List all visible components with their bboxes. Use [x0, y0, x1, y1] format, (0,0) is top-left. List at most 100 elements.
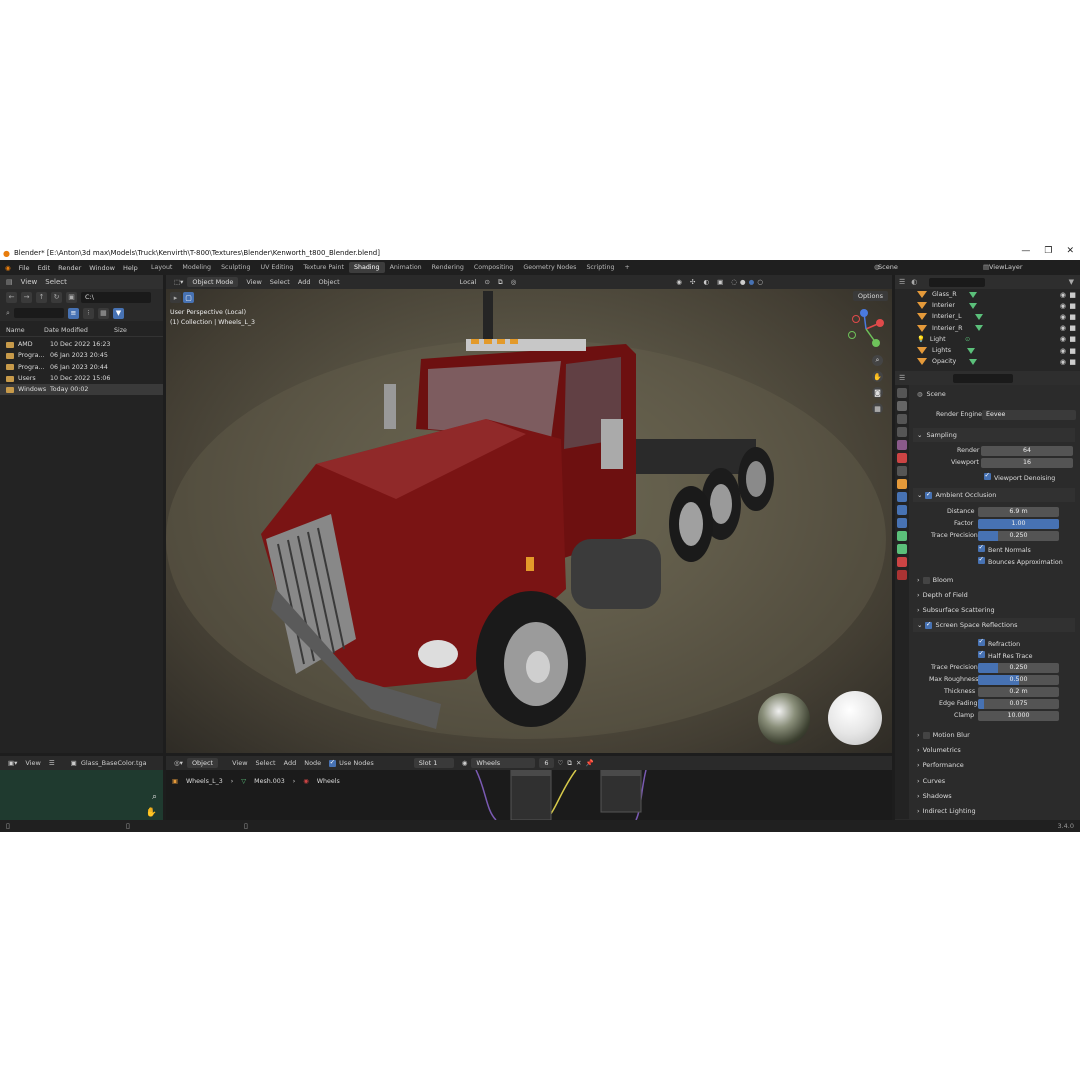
vp-menu-view[interactable]: View — [246, 278, 261, 286]
physics-tab-icon[interactable] — [897, 518, 907, 528]
eye-icon[interactable]: ◉ — [1060, 358, 1066, 366]
camera-icon[interactable]: ■ — [1069, 358, 1076, 366]
tool-tab-icon[interactable] — [897, 388, 907, 398]
list-view-icon[interactable]: ≡ — [67, 307, 79, 319]
bounces-approximation-checkbox[interactable]: Bounces Approximation — [978, 555, 1063, 566]
shading-rendered-icon[interactable]: ○ — [757, 278, 763, 286]
back-icon[interactable]: ← — [6, 291, 17, 303]
eye-icon[interactable]: ◉ — [1060, 324, 1066, 332]
bent-normals-checkbox[interactable]: Bent Normals — [978, 543, 1031, 554]
gizmo-icon[interactable]: ✣ — [690, 278, 695, 286]
snap-icon[interactable]: ⧉ — [498, 278, 503, 287]
subsurface-scattering-section[interactable]: › Subsurface Scattering — [913, 603, 1075, 617]
filter-icon[interactable]: ▼ — [112, 307, 124, 319]
pivot-icon[interactable]: ⊙ — [484, 278, 489, 286]
shading-solid-icon[interactable]: ● — [740, 278, 746, 286]
slot-dropdown[interactable]: Slot 1 — [413, 758, 454, 768]
outliner-item[interactable]: Interier_R ◉ ■ — [895, 323, 1080, 334]
ne-menu-node[interactable]: Node — [304, 759, 321, 767]
data-tab-icon[interactable] — [897, 544, 907, 554]
camera-icon[interactable]: ■ — [1069, 324, 1076, 332]
output-tab-icon[interactable] — [897, 414, 907, 424]
add-workspace-button[interactable]: + — [619, 262, 634, 273]
curves-section[interactable]: › Curves — [913, 774, 1075, 788]
checkbox-icon[interactable] — [925, 490, 933, 499]
blender-menu-icon[interactable]: ◉ — [5, 264, 11, 272]
editor-type-icon[interactable]: ⬚▾ — [174, 278, 183, 286]
editor-type-icon[interactable]: ▣▾ — [8, 759, 17, 767]
ssr-trace-precision-slider[interactable]: 0.250 — [978, 663, 1059, 673]
list-item[interactable]: Progra... 06 Jan 2023 20:45 — [0, 350, 163, 361]
thickness-field[interactable]: 0.2 m — [978, 687, 1059, 697]
menu-render[interactable]: Render — [58, 264, 81, 272]
menu-file[interactable]: File — [19, 264, 30, 272]
render-samples-field[interactable]: 64 — [981, 446, 1073, 456]
hamburger-menu-icon[interactable]: ☰ — [49, 759, 55, 767]
zoom-icon[interactable]: ⌕ — [152, 792, 157, 802]
material-users-count[interactable]: 6 — [539, 758, 554, 768]
thumbnails-icon[interactable]: ▦ — [97, 307, 109, 319]
view-layer-tab-icon[interactable] — [897, 427, 907, 437]
path-input[interactable]: C:\ — [81, 291, 151, 303]
ie-menu-view[interactable]: View — [25, 759, 40, 767]
filter-icon[interactable]: ▼ — [1069, 278, 1074, 286]
col-size[interactable]: Size — [114, 327, 127, 334]
outliner-item[interactable]: Opacity ◉ ■ — [895, 356, 1080, 367]
shading-wireframe-icon[interactable]: ◌ — [731, 278, 737, 286]
camera-icon[interactable]: ■ — [1069, 335, 1076, 343]
camera-view-icon[interactable]: ◙ — [872, 387, 883, 398]
overlays-icon[interactable]: ◐ — [703, 278, 709, 286]
eye-icon[interactable]: ◉ — [1060, 347, 1066, 355]
viewport-samples-field[interactable]: 16 — [981, 458, 1073, 468]
fake-user-icon[interactable]: ♡ — [558, 759, 564, 767]
menu-help[interactable]: Help — [123, 264, 138, 272]
editor-type-icon[interactable]: ☰ — [899, 278, 905, 286]
vp-menu-add[interactable]: Add — [298, 278, 311, 286]
view-layer-selector[interactable]: ViewLayer — [989, 263, 1023, 271]
forward-icon[interactable]: → — [21, 291, 32, 303]
outliner-item[interactable]: Interier ◉ ■ — [895, 300, 1080, 311]
image-browse-icon[interactable]: ▣ — [71, 759, 77, 767]
checkbox-icon[interactable] — [922, 731, 930, 739]
proportional-icon[interactable]: ◎ — [511, 278, 517, 286]
breadcrumb-mesh[interactable]: Mesh.003 — [254, 778, 285, 785]
editor-type-icon[interactable]: ◎▾ — [174, 759, 183, 767]
list-item[interactable]: Users 10 Dec 2022 15:06 — [0, 373, 163, 384]
camera-icon[interactable]: ■ — [1069, 291, 1076, 299]
motion-blur-section[interactable]: › Motion Blur — [913, 728, 1075, 742]
render-tab-icon[interactable] — [897, 401, 907, 411]
object-tab-icon[interactable] — [897, 479, 907, 489]
tab-sculpting[interactable]: Sculpting — [216, 262, 255, 273]
duplicate-icon[interactable]: ⧉ — [567, 759, 572, 768]
eye-icon[interactable]: ◉ — [1060, 302, 1066, 310]
camera-icon[interactable]: ■ — [1069, 313, 1076, 321]
material-name-field[interactable]: Wheels — [471, 758, 536, 768]
tab-uv-editing[interactable]: UV Editing — [255, 262, 298, 273]
particles-tab-icon[interactable] — [897, 505, 907, 515]
scene-selector[interactable]: Scene — [878, 263, 898, 271]
tab-compositing[interactable]: Compositing — [469, 262, 518, 273]
new-folder-icon[interactable]: ▣ — [66, 291, 77, 303]
pan-hand-icon[interactable]: ✋ — [872, 371, 883, 382]
ne-menu-view[interactable]: View — [232, 759, 247, 767]
checkbox-icon[interactable] — [922, 576, 930, 584]
truck-model[interactable] — [166, 289, 892, 753]
refresh-icon[interactable]: ↻ — [51, 291, 62, 303]
fb-menu-view[interactable]: View — [21, 278, 38, 286]
clamp-field[interactable]: 10.000 — [978, 711, 1059, 721]
performance-section[interactable]: › Performance — [913, 758, 1075, 772]
tab-texture-paint[interactable]: Texture Paint — [298, 262, 349, 273]
collection-tab-icon[interactable] — [897, 466, 907, 476]
shader-type-dropdown[interactable]: Object — [186, 758, 219, 768]
material-browse-icon[interactable]: ◉ — [462, 759, 468, 767]
half-res-trace-checkbox[interactable]: Half Res Trace — [978, 649, 1033, 660]
image-name-field[interactable]: Glass_BaseColor.tga — [81, 759, 147, 767]
col-name[interactable]: Name — [0, 327, 44, 334]
tab-scripting[interactable]: Scripting — [581, 262, 619, 273]
xray-icon[interactable]: ▣ — [717, 278, 723, 286]
tab-geometry-nodes[interactable]: Geometry Nodes — [518, 262, 581, 273]
unlink-icon[interactable]: ✕ — [576, 759, 581, 767]
edge-fading-slider[interactable]: 0.075 — [978, 699, 1059, 709]
ao-trace-precision-slider[interactable]: 0.250 — [978, 531, 1059, 541]
navigation-gizmo[interactable] — [846, 309, 886, 349]
